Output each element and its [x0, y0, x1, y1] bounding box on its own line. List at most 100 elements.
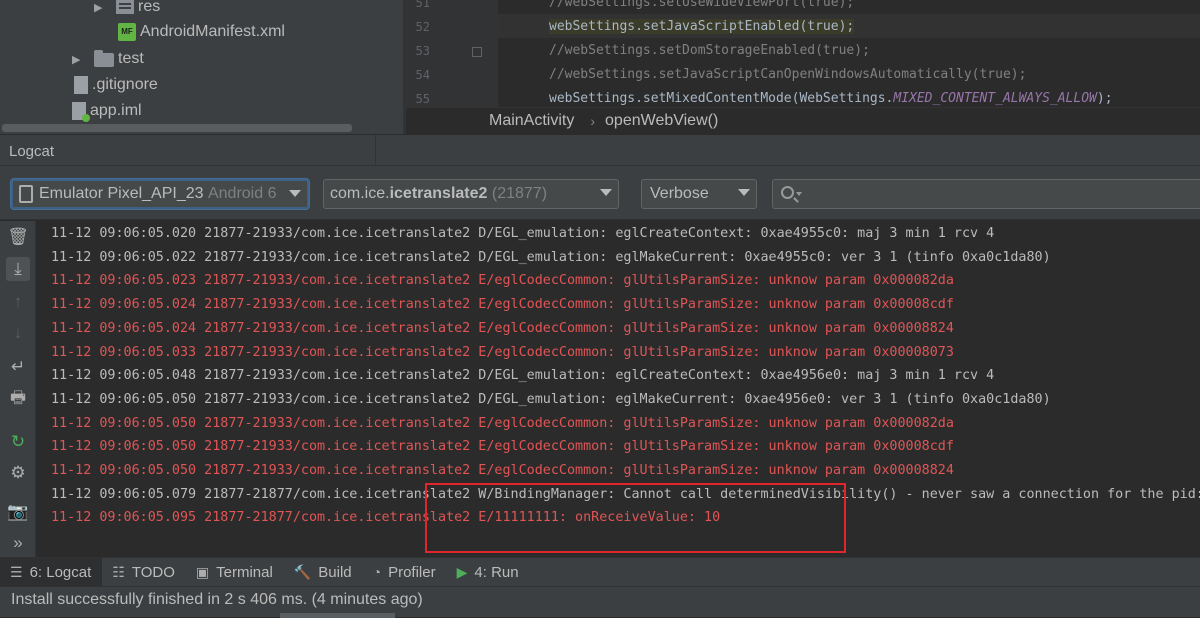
logcat-output[interactable]: 11-12 09:06:05.020 21877-21933/com.ice.i…: [36, 221, 1200, 557]
log-line: 11-12 09:06:05.050 21877-21933/com.ice.i…: [51, 439, 954, 455]
todo-list-icon: ☷: [112, 563, 125, 580]
process-pid: (21877): [491, 185, 548, 202]
tree-item-res[interactable]: ▶ res: [94, 0, 160, 19]
down-arrow-icon[interactable]: ↓: [6, 321, 30, 345]
tool-tab-todo[interactable]: ☷ TODO: [102, 558, 186, 587]
editor-gutter: 51 52 53 54 55: [406, 0, 498, 107]
log-line: 11-12 09:06:05.024 21877-21933/com.ice.i…: [51, 320, 954, 336]
log-level-value: Verbose: [650, 185, 709, 202]
dropdown-caret-icon: [289, 190, 301, 197]
tree-item-app-iml[interactable]: app.iml: [72, 99, 142, 123]
print-icon[interactable]: 🖶: [6, 387, 30, 411]
device-selector[interactable]: Emulator Pixel_API_23 Android 6: [11, 179, 309, 209]
tool-tab-label: Profiler: [388, 563, 436, 581]
fold-marker-icon[interactable]: [472, 47, 482, 57]
code-token: //webSettings.setDomStorageEnabled(true)…: [549, 43, 870, 58]
code-line: //webSettings.setDomStorageEnabled(true)…: [549, 43, 870, 58]
log-level-selector[interactable]: Verbose: [641, 179, 757, 209]
project-tree-panel: ▶ res MF AndroidManifest.xml ▶ test .git…: [0, 0, 405, 134]
tree-item-gitignore[interactable]: .gitignore: [74, 73, 158, 97]
build-hammer-icon: 🔨: [293, 563, 312, 580]
log-line: 11-12 09:06:05.050 21877-21933/com.ice.i…: [51, 391, 1051, 407]
tool-tab-run[interactable]: ▶ 4: Run: [447, 558, 530, 587]
screenshot-camera-icon[interactable]: 📷: [6, 500, 30, 524]
tool-tab-label: Terminal: [216, 563, 273, 581]
clear-logcat-icon[interactable]: 🗑: [6, 225, 30, 249]
breadcrumb: MainActivity › openWebView(): [406, 107, 1200, 134]
log-line: 11-12 09:06:05.022 21877-21933/com.ice.i…: [51, 249, 1051, 265]
module-file-icon: [72, 102, 90, 122]
log-line: 11-12 09:06:05.050 21877-21933/com.ice.i…: [51, 463, 954, 478]
logcat-header: Logcat: [0, 134, 1200, 167]
code-token: webSettings.setJavaScriptEnabled(: [549, 19, 808, 34]
tree-item-label: .gitignore: [92, 76, 158, 93]
highlight-annotation-box: [425, 483, 846, 553]
tool-window-tabs: ☰ 6: Logcat ☷ TODO ▣ Terminal 🔨 Build ◔ Profiler ▶…: [0, 557, 1200, 587]
code-token: MIXED_CONTENT_ALWAYS_ALLOW: [893, 91, 1097, 106]
logcat-icon: ☰: [10, 563, 23, 580]
tool-tab-label: 6: Logcat: [29, 563, 92, 581]
text-file-icon: [74, 76, 88, 94]
logcat-toolbar: Emulator Pixel_API_23 Android 6 com.ice.…: [0, 166, 1200, 220]
log-line: 11-12 09:06:05.023 21877-21933/com.ice.i…: [51, 273, 954, 289]
status-scrollbar[interactable]: [280, 613, 395, 618]
folder-icon: [94, 50, 114, 67]
line-number: 55: [415, 92, 430, 106]
breadcrumb-class[interactable]: MainActivity: [489, 112, 574, 130]
soft-wrap-icon[interactable]: ↵: [6, 355, 30, 379]
restart-icon[interactable]: ↻: [6, 430, 30, 454]
dropdown-caret-icon: [600, 189, 612, 196]
code-token: webSettings.setMixedContentMode(WebSetti…: [549, 91, 894, 106]
search-icon[interactable]: [781, 186, 794, 199]
process-selector[interactable]: com.ice. icetranslate2 (21877): [323, 179, 619, 209]
tool-tab-label: TODO: [131, 563, 175, 581]
tree-item-label: AndroidManifest.xml: [140, 23, 285, 40]
tool-tab-build[interactable]: 🔨 Build: [284, 558, 363, 587]
log-search-field[interactable]: [772, 179, 1200, 209]
code-token: //webSettings.setJavaScriptCanOpenWindow…: [549, 67, 1027, 82]
code-token: );: [838, 19, 855, 34]
code-line: //webSettings.setUseWideViewPort(true);: [549, 0, 854, 10]
breadcrumb-method[interactable]: openWebView(): [605, 112, 718, 130]
manifest-file-icon: MF: [118, 23, 136, 41]
log-line: 11-12 09:06:05.024 21877-21933/com.ice.i…: [51, 297, 954, 313]
tree-item-label: res: [138, 0, 161, 15]
expand-arrow-icon[interactable]: ▶: [72, 53, 86, 66]
line-number: 52: [415, 20, 430, 34]
line-number: 53: [415, 44, 430, 58]
tree-item-label: app.iml: [90, 102, 142, 119]
log-line: 11-12 09:06:05.050 21877-21933/com.ice.i…: [51, 415, 954, 431]
tool-tab-terminal[interactable]: ▣ Terminal: [186, 558, 284, 587]
terminal-icon: ▣: [195, 563, 210, 580]
tool-tab-profiler[interactable]: ◔ Profiler: [363, 558, 447, 587]
up-arrow-icon[interactable]: ↑: [6, 290, 30, 314]
device-icon: [19, 185, 33, 203]
device-name: Emulator Pixel_API_23: [39, 185, 204, 202]
run-play-icon: ▶: [456, 563, 468, 580]
tree-item-label: test: [118, 50, 144, 67]
settings-gear-icon[interactable]: ⚙: [6, 461, 30, 485]
tool-tab-logcat[interactable]: ☰ 6: Logcat: [0, 557, 103, 587]
tree-item-test[interactable]: ▶ test: [72, 47, 144, 71]
log-line: 11-12 09:06:05.048 21877-21933/com.ice.i…: [51, 368, 995, 384]
log-line: 11-12 09:06:05.033 21877-21933/com.ice.i…: [51, 344, 954, 360]
code-line: //webSettings.setJavaScriptCanOpenWindow…: [549, 67, 1026, 82]
more-chevron-icon[interactable]: »: [6, 531, 30, 555]
tree-item-androidmanifest[interactable]: MF AndroidManifest.xml: [118, 20, 285, 44]
code-token: //webSettings.setUseWideViewPort(true);: [549, 0, 855, 10]
process-name: icetranslate2: [389, 185, 488, 202]
code-editor[interactable]: 51 52 53 54 55 //webSettings.setUseWideViewP…: [406, 0, 1200, 107]
log-line: 11-12 09:06:05.020 21877-21933/com.ice.i…: [51, 226, 995, 241]
line-number: 54: [415, 68, 430, 82]
code-line: webSettings.setJavaScriptEnabled(true);: [549, 19, 855, 34]
scroll-to-end-icon[interactable]: ⤓: [6, 257, 30, 281]
line-number: 51: [415, 0, 430, 10]
code-token: );: [1096, 91, 1113, 106]
search-input[interactable]: [807, 182, 1187, 206]
expand-arrow-icon[interactable]: ▶: [94, 1, 108, 14]
horizontal-scrollbar[interactable]: [2, 124, 352, 132]
breadcrumb-separator-icon: ›: [590, 113, 596, 129]
search-history-caret-icon[interactable]: [796, 192, 802, 196]
logcat-side-toolbar: 🗑 ⤓ ↑ ↓ ↵ 🖶 ↻ ⚙ 📷 »: [0, 221, 36, 557]
code-token: true: [807, 19, 839, 34]
